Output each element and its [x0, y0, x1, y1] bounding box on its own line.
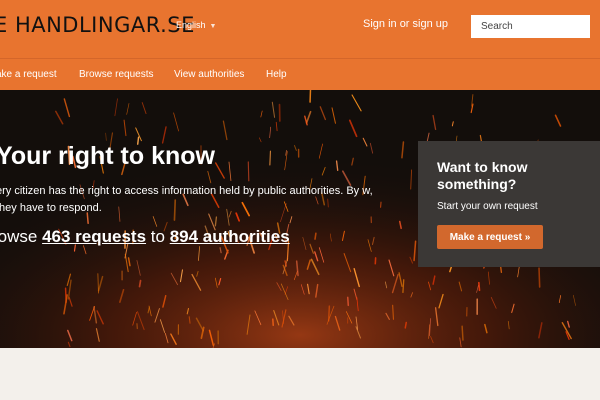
main-nav: ake a request Browse requests View autho…	[0, 58, 600, 90]
browse-connector: to	[150, 227, 165, 246]
site-logo[interactable]: E HANDLINGAR.SE	[0, 13, 195, 37]
authorities-count-link[interactable]: 894 authorities	[170, 227, 290, 246]
browse-prefix: rowse	[0, 227, 38, 246]
hero-title: Your right to know	[0, 142, 215, 170]
language-label: English	[176, 20, 206, 30]
language-selector[interactable]: English ▼	[176, 20, 216, 30]
cta-subtitle: Start your own request	[437, 201, 538, 212]
cta-title: Want to know something?	[437, 159, 528, 192]
chevron-down-icon: ▼	[209, 23, 217, 30]
make-request-button[interactable]: Make a request »	[437, 225, 543, 249]
search-input[interactable]	[471, 15, 590, 38]
signin-link[interactable]: Sign in or sign up	[363, 18, 448, 30]
hero-browse-line: rowse 463 requests to 894 authorities	[0, 227, 290, 247]
nav-browse-requests[interactable]: Browse requests	[79, 69, 153, 80]
hero-description: ery citizen has the right to access info…	[0, 185, 373, 214]
nav-view-authorities[interactable]: View authorities	[174, 69, 244, 80]
requests-count-link[interactable]: 463 requests	[42, 227, 146, 246]
cta-box: Want to know something? Start your own r…	[418, 141, 600, 267]
hero-section: Want to know something? Start your own r…	[0, 90, 600, 348]
nav-make-request[interactable]: ake a request	[0, 69, 57, 80]
site-header: E HANDLINGAR.SE English ▼ Sign in or sign…	[0, 0, 600, 58]
nav-help[interactable]: Help	[266, 69, 287, 80]
